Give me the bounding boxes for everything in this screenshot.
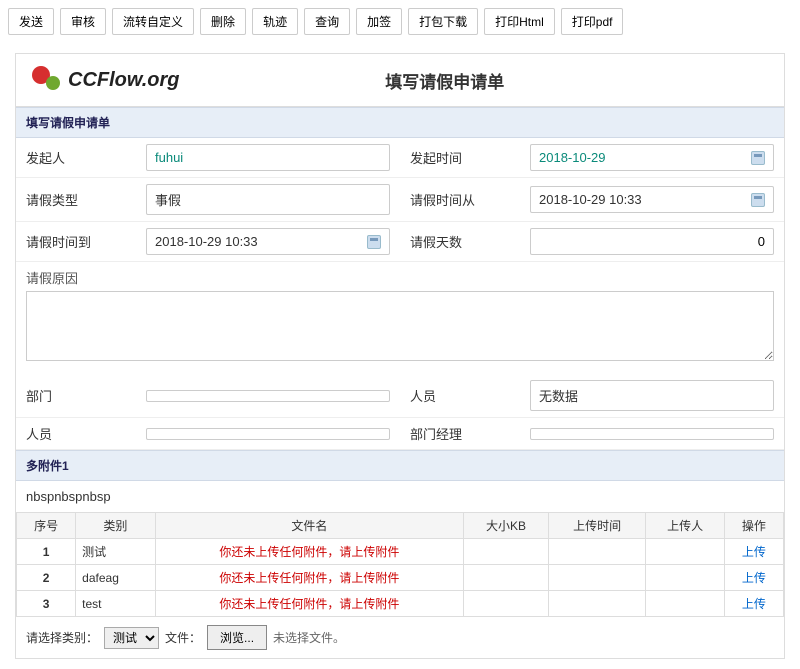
start-time-label: 发起时间 [410,148,530,167]
initiator-field[interactable]: fuhui [146,144,390,171]
start-time-field[interactable]: 2018-10-29 [530,144,774,171]
form-title: 填写请假申请单 [179,68,770,93]
cell-time [548,539,646,565]
toolbar-button-打包下载[interactable]: 打包下载 [408,8,478,35]
select-category-label: 请选择类别： [26,629,98,646]
cell-no: 1 [17,539,76,565]
brand-text: CCFlow.org [68,69,179,92]
leave-to-label: 请假时间到 [26,232,146,251]
attachments-section-title: 多附件1 [16,450,784,481]
upload-link[interactable]: 上传 [742,571,766,585]
calendar-icon[interactable] [751,151,765,165]
toolbar-button-查询[interactable]: 查询 [304,8,350,35]
initiator-label: 发起人 [26,148,146,167]
leave-from-label: 请假时间从 [410,190,530,209]
leave-type-field[interactable]: 事假 [146,184,390,215]
cell-user [646,539,724,565]
leave-from-field[interactable]: 2018-10-29 10:33 [530,186,774,213]
reason-textarea[interactable] [26,291,774,361]
table-header: 上传时间 [548,513,646,539]
file-upload-row: 请选择类别： 测试 文件： 浏览... 未选择文件。 [16,617,784,658]
no-file-hint: 未选择文件。 [273,629,345,646]
attachments-table: 序号类别文件名大小KB上传时间上传人操作 1测试你还未上传任何附件，请上传附件上… [16,512,784,617]
toolbar-button-打印pdf[interactable]: 打印pdf [561,8,624,35]
person-label: 人员 [410,386,530,405]
toolbar-button-审核[interactable]: 审核 [60,8,106,35]
calendar-icon[interactable] [751,193,765,207]
toolbar-button-加签[interactable]: 加签 [356,8,402,35]
cell-no: 2 [17,565,76,591]
file-label: 文件： [165,629,201,646]
form-card: CCFlow.org 填写请假申请单 填写请假申请单 发起人 fuhui 发起时… [15,53,785,659]
attachments-header-text: nbspnbspnbsp [16,481,784,512]
dept-field[interactable] [146,390,390,402]
cell-time [548,591,646,617]
calendar-icon[interactable] [367,235,381,249]
leave-days-input[interactable] [539,234,765,249]
dept-mgr-label: 部门经理 [410,424,530,443]
browse-button[interactable]: 浏览... [207,625,267,650]
cell-size [464,565,549,591]
cell-user [646,565,724,591]
section-title: 填写请假申请单 [16,107,784,138]
upload-link[interactable]: 上传 [742,545,766,559]
toolbar-button-打印Html[interactable]: 打印Html [484,8,555,35]
table-row: 1测试你还未上传任何附件，请上传附件 上传 [17,539,784,565]
cell-op: 上传 [724,539,783,565]
cell-size [464,539,549,565]
cell-filename: 你还未上传任何附件，请上传附件 [155,565,464,591]
cell-category: dafeag [76,565,155,591]
ccflow-logo-icon [30,64,62,96]
table-header: 文件名 [155,513,464,539]
card-header: CCFlow.org 填写请假申请单 [16,54,784,107]
cell-filename: 你还未上传任何附件，请上传附件 [155,539,464,565]
cell-category: test [76,591,155,617]
table-header: 操作 [724,513,783,539]
cell-no: 3 [17,591,76,617]
reason-label: 请假原因 [16,262,784,287]
cell-time [548,565,646,591]
table-header: 上传人 [646,513,724,539]
cell-category: 测试 [76,539,155,565]
leave-to-field[interactable]: 2018-10-29 10:33 [146,228,390,255]
toolbar-button-删除[interactable]: 删除 [200,8,246,35]
top-toolbar: 发送审核流转自定义删除轨迹查询加签打包下载打印Html打印pdf [0,0,800,43]
table-header: 序号 [17,513,76,539]
table-row: 3test你还未上传任何附件，请上传附件 上传 [17,591,784,617]
leave-days-label: 请假天数 [410,232,530,251]
dept-label: 部门 [26,386,146,405]
category-select[interactable]: 测试 [104,627,159,649]
leave-days-field[interactable] [530,228,774,255]
dept-mgr-field[interactable] [530,428,774,440]
table-row: 2dafeag你还未上传任何附件，请上传附件 上传 [17,565,784,591]
leave-type-label: 请假类型 [26,190,146,209]
table-header: 大小KB [464,513,549,539]
cell-filename: 你还未上传任何附件，请上传附件 [155,591,464,617]
cell-size [464,591,549,617]
toolbar-button-流转自定义[interactable]: 流转自定义 [112,8,194,35]
person-field[interactable]: 无数据 [530,380,774,411]
toolbar-button-发送[interactable]: 发送 [8,8,54,35]
cell-op: 上传 [724,591,783,617]
cell-user [646,591,724,617]
person2-label: 人员 [26,424,146,443]
toolbar-button-轨迹[interactable]: 轨迹 [252,8,298,35]
cell-op: 上传 [724,565,783,591]
person2-field[interactable] [146,428,390,440]
table-header: 类别 [76,513,155,539]
upload-link[interactable]: 上传 [742,597,766,611]
